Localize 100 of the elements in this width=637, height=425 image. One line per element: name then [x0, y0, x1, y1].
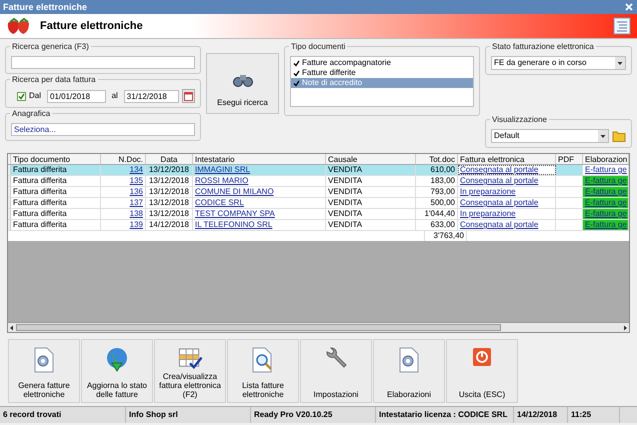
- processing-link[interactable]: E-fattura ge: [583, 176, 629, 186]
- strawberry-icon: [6, 17, 32, 35]
- group-label: Stato fatturazione elettronica: [490, 41, 596, 52]
- table-cell: 793,00: [416, 187, 458, 197]
- gear-document-icon: [397, 347, 421, 373]
- status-text: 6 record trovati: [0, 407, 126, 423]
- processing-link[interactable]: E-fattura ge: [583, 165, 629, 175]
- table-cell: Fattura differita: [11, 198, 101, 208]
- table-cell: Fattura differita: [11, 209, 101, 219]
- table-cell: 13/12/2018: [146, 165, 193, 175]
- invoice-status-link[interactable]: Consegnata al portale: [458, 176, 556, 186]
- close-icon: [625, 3, 633, 11]
- date-to-field[interactable]: 31/12/2018: [124, 90, 179, 102]
- horizontal-scrollbar[interactable]: [8, 322, 629, 332]
- invoice-status-link[interactable]: Consegnata al portale: [458, 165, 556, 175]
- calendar-button[interactable]: [182, 89, 195, 103]
- group-label: Visualizzazione: [490, 114, 549, 125]
- table-cell: 13/12/2018: [146, 198, 193, 208]
- customer-link[interactable]: COMUNE DI MILANO: [193, 187, 326, 197]
- al-label: al: [112, 90, 118, 102]
- dal-checkbox[interactable]: [17, 92, 26, 100]
- table-cell: 500,00: [416, 198, 458, 208]
- table-cell: VENDITA: [326, 187, 416, 197]
- table-cell: VENDITA: [326, 165, 416, 175]
- toolbar-button[interactable]: Aggiorna lo stato delle fatture: [81, 339, 153, 403]
- invoice-status-link[interactable]: In preparazione: [458, 187, 556, 197]
- column-header[interactable]: PDF: [556, 154, 583, 164]
- toolbar-button[interactable]: Genera fatture elettroniche: [8, 339, 80, 403]
- column-header[interactable]: Data: [146, 154, 193, 164]
- customer-link[interactable]: TEST COMPANY SPA: [193, 209, 326, 219]
- document-number-link[interactable]: 138: [101, 209, 146, 219]
- table-row[interactable]: Fattura differita 139 14/12/2018 IL TELEFONINO SRL VENDITA 633,00 Consegnata al portale E-fattura ge: [8, 220, 629, 231]
- group-label: Anagrafica: [10, 108, 52, 119]
- document-number-link[interactable]: 135: [101, 176, 146, 186]
- table-cell: 14/12/2018: [146, 220, 193, 230]
- scroll-right-icon: [621, 324, 629, 332]
- globe-download-icon: [104, 347, 130, 373]
- table-cell: VENDITA: [326, 198, 416, 208]
- column-header[interactable]: N.Doc.: [101, 154, 146, 164]
- table-row[interactable]: Fattura differita 134 13/12/2018 IMMAGINI SRL VENDITA 610,00 Consegnata al portale E-fattura ge: [8, 165, 629, 176]
- column-header[interactable]: Fattura elettronica: [458, 154, 556, 164]
- status-text: Ready Pro V20.10.25: [251, 407, 376, 423]
- document-number-link[interactable]: 137: [101, 198, 146, 208]
- toolbar-button[interactable]: Lista fatture elettroniche: [227, 339, 299, 403]
- anagrafica-field[interactable]: Seleziona...: [11, 123, 195, 136]
- customer-link[interactable]: CODICE SRL: [193, 198, 326, 208]
- invoice-status-link[interactable]: Consegnata al portale: [458, 220, 556, 230]
- document-type-item[interactable]: Fatture accompagnatorie: [291, 58, 473, 68]
- invoice-status-link[interactable]: Consegnata al portale: [458, 198, 556, 208]
- date-from-field[interactable]: 01/01/2018: [47, 90, 106, 102]
- document-number-link[interactable]: 139: [101, 220, 146, 230]
- toolbar-button[interactable]: Elaborazioni: [373, 339, 445, 403]
- table-check-icon: [177, 347, 203, 372]
- invoice-status-link[interactable]: In preparazione: [458, 209, 556, 219]
- customer-link[interactable]: IMMAGINI SRL: [193, 165, 326, 175]
- customer-link[interactable]: IL TELEFONINO SRL: [193, 220, 326, 230]
- column-header[interactable]: Causale: [326, 154, 416, 164]
- total-cell: 3'763,40: [425, 231, 467, 241]
- processing-link[interactable]: E-fattura ge: [583, 187, 629, 197]
- group-label: Tipo documenti: [289, 41, 348, 52]
- column-header[interactable]: Tot.doc: [416, 154, 458, 164]
- table-row[interactable]: Fattura differita 137 13/12/2018 CODICE SRL VENDITA 500,00 Consegnata al portale E-fattura ge: [8, 198, 629, 209]
- caret-icon: [598, 130, 608, 142]
- table-row[interactable]: Fattura differita 138 13/12/2018 TEST COMPANY SPA VENDITA 1'044,40 In preparazione E-fattura ge: [8, 209, 629, 220]
- window-title: Fatture elettroniche: [3, 1, 88, 14]
- column-header[interactable]: Elaborazion: [583, 154, 629, 164]
- binoculars-icon: [232, 73, 254, 87]
- view-dropdown[interactable]: Default: [491, 129, 609, 143]
- close-button[interactable]: [624, 2, 634, 12]
- table-cell: Fattura differita: [11, 220, 101, 230]
- column-header[interactable]: Tipo documento: [11, 154, 101, 164]
- toolbar-button[interactable]: Impostazioni: [300, 339, 372, 403]
- processing-link[interactable]: E-fattura ge: [583, 209, 629, 219]
- document-number-link[interactable]: 134: [101, 165, 146, 175]
- table-cell: Fattura differita: [11, 165, 101, 175]
- document-number-link[interactable]: 136: [101, 187, 146, 197]
- page-title: Fatture elettroniche: [40, 18, 143, 34]
- table-cell: 13/12/2018: [146, 187, 193, 197]
- toolbar-button[interactable]: Uscita (ESC): [446, 339, 518, 403]
- column-header[interactable]: Intestatario: [193, 154, 326, 164]
- toolbar-button[interactable]: Crea/visualizza fattura elettronica (F2): [154, 339, 226, 403]
- status-dropdown[interactable]: FE da generare o in corso: [491, 56, 626, 70]
- calendar-icon: [184, 92, 193, 100]
- table-cell: Fattura differita: [11, 187, 101, 197]
- processing-link[interactable]: E-fattura ge: [583, 220, 629, 230]
- table-cell: VENDITA: [326, 209, 416, 219]
- table-row[interactable]: Fattura differita 135 13/12/2018 ROSSI MARIO VENDITA 183,00 Consegnata al portale E-fattura ge: [8, 176, 629, 187]
- processing-link[interactable]: E-fattura ge: [583, 198, 629, 208]
- dal-label: Dal: [29, 90, 42, 102]
- group-label: Ricerca generica (F3): [10, 41, 91, 52]
- search-field[interactable]: [11, 56, 195, 69]
- search-execute-button[interactable]: Esegui ricerca: [206, 53, 279, 114]
- document-type-item[interactable]: Fatture differite: [291, 68, 473, 78]
- caret-icon: [615, 57, 625, 69]
- status-text: 11:25: [568, 407, 620, 423]
- table-cell: 183,00: [416, 176, 458, 186]
- customer-link[interactable]: ROSSI MARIO: [193, 176, 326, 186]
- folder-icon[interactable]: [612, 130, 626, 142]
- table-row[interactable]: Fattura differita 136 13/12/2018 COMUNE DI MILANO VENDITA 793,00 In preparazione E-fattura ge: [8, 187, 629, 198]
- table-cell: 633,00: [416, 220, 458, 230]
